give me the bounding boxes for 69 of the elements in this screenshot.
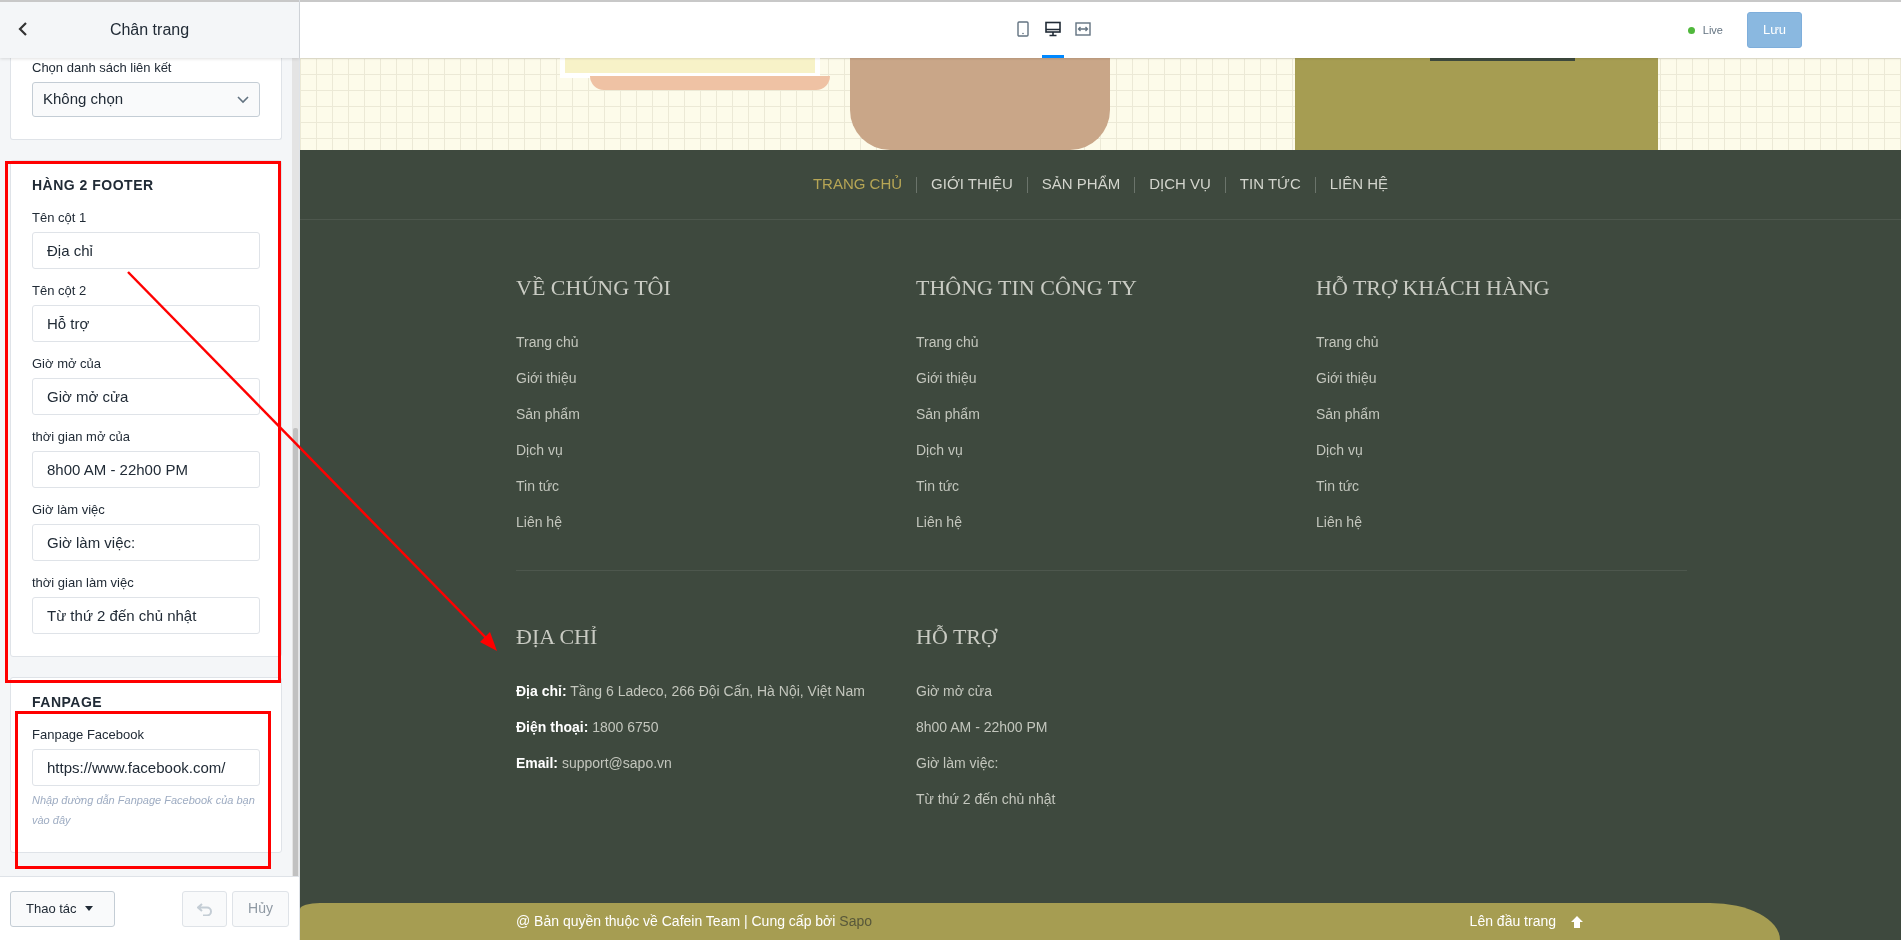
status-label: Live xyxy=(1702,22,1723,38)
footer-link[interactable]: Giới thiệu xyxy=(1316,360,1377,396)
copyright-text: @ Bản quyền thuộc về Cafein Team | Cung cấp bởi Sapo xyxy=(516,912,872,931)
back-icon xyxy=(17,22,29,36)
field-label: thời gian làm việc xyxy=(32,575,135,591)
input-field[interactable]: Từ thứ 2 đến chủ nhật xyxy=(32,597,260,634)
footer-link[interactable]: Sản phẩm xyxy=(1316,396,1380,432)
footer-link[interactable]: Trang chủ xyxy=(916,324,979,360)
dropdown[interactable]: Không chọn xyxy=(32,82,260,117)
chevron-down-icon xyxy=(237,95,249,104)
actions-menu-button[interactable]: Thao tác xyxy=(10,890,115,927)
footer-link[interactable]: Tin tức xyxy=(916,468,960,504)
field-label: Giờ mở của xyxy=(32,356,103,372)
column-heading: VỀ CHÚNG TÔI xyxy=(516,274,672,302)
scrollbar[interactable] xyxy=(292,58,299,876)
nav-link[interactable]: TRANG CHỦ xyxy=(812,173,903,196)
footer-link[interactable]: Dịch vụ xyxy=(916,432,963,468)
field-label: Tên cột 2 xyxy=(32,283,88,299)
field-label: Giờ làm việc xyxy=(32,502,106,518)
column-heading: HỖ TRỢ KHÁCH HÀNG xyxy=(1316,274,1551,302)
footer-link[interactable]: Tin tức xyxy=(1316,468,1360,504)
footer-link[interactable]: Trang chủ xyxy=(1316,324,1379,360)
footer-link[interactable]: Giới thiệu xyxy=(916,360,977,396)
support-text: Giờ làm việc: xyxy=(916,754,999,773)
support-text: Từ thứ 2 đến chủ nhật xyxy=(916,790,1056,809)
undo-icon xyxy=(196,901,213,916)
input-field[interactable]: Giờ mở cửa xyxy=(32,378,260,415)
footer-link[interactable]: Sản phẩm xyxy=(516,396,580,432)
phone-icon xyxy=(1015,20,1031,37)
footer-link[interactable]: Sản phẩm xyxy=(916,396,980,432)
expand-icon xyxy=(1075,20,1091,37)
footer-link[interactable]: Liên hệ xyxy=(1316,504,1362,540)
input-field[interactable]: 8h00 AM - 22h00 PM xyxy=(32,451,260,488)
footer-link[interactable]: Liên hệ xyxy=(916,504,962,540)
footer-link[interactable]: Trang chủ xyxy=(516,324,579,360)
input-field[interactable]: Hỗ trợ xyxy=(32,305,260,342)
footer-link[interactable]: Tin tức xyxy=(516,468,560,504)
caret-icon xyxy=(84,906,93,911)
input-field[interactable]: Địa chỉ xyxy=(32,232,260,269)
footer-link[interactable]: Dịch vụ xyxy=(1316,432,1363,468)
column-heading: ĐỊA CHỈ xyxy=(516,623,599,651)
section-heading: FANPAGE xyxy=(32,693,104,712)
field-label: thời gian mở của xyxy=(32,429,131,445)
footer-link[interactable]: Giới thiệu xyxy=(516,360,577,396)
nav-link[interactable]: TIN TỨC xyxy=(1239,173,1301,196)
column-heading: HỖ TRỢ xyxy=(916,623,999,651)
footer-link[interactable]: Dịch vụ xyxy=(516,432,563,468)
support-text: 8h00 AM - 22h00 PM xyxy=(916,718,1048,737)
footer-link[interactable]: Liên hệ xyxy=(516,504,562,540)
help-text: Nhập đường dẫn Fanpage Facebook của bạn vào đây xyxy=(32,793,256,828)
field-label: Fanpage Facebook xyxy=(32,727,146,743)
contact-line: Điện thoại: 1800 6750 xyxy=(516,718,660,737)
input-field[interactable]: https://www.facebook.com/ xyxy=(32,749,260,786)
monitor-icon xyxy=(1045,20,1061,37)
field-label: Tên cột 1 xyxy=(32,210,88,226)
nav-link[interactable]: LIÊN HỆ xyxy=(1329,173,1389,196)
support-text: Giờ mở cửa xyxy=(916,682,992,701)
section-heading: HÀNG 2 FOOTER xyxy=(32,176,155,195)
contact-line: Email: support@sapo.vn xyxy=(516,754,673,773)
contact-line: Địa chỉ: Tầng 6 Ladeco, 266 Đội Cấn, Hà Nội, Việt Nam xyxy=(516,682,866,701)
nav-link[interactable]: SẢN PHẨM xyxy=(1041,173,1121,196)
arrow-up-icon xyxy=(1570,914,1584,929)
panel-title: Chân trang xyxy=(109,20,190,40)
input-field[interactable]: Giờ làm việc: xyxy=(32,524,260,561)
column-heading: THÔNG TIN CÔNG TY xyxy=(916,274,1138,302)
nav-link[interactable]: GIỚI THIỆU xyxy=(931,173,1013,196)
field-label: Chọn danh sách liên kết xyxy=(32,60,173,76)
nav-link[interactable]: DỊCH VỤ xyxy=(1149,173,1211,196)
dropdown-value: Không chọn xyxy=(43,89,124,110)
